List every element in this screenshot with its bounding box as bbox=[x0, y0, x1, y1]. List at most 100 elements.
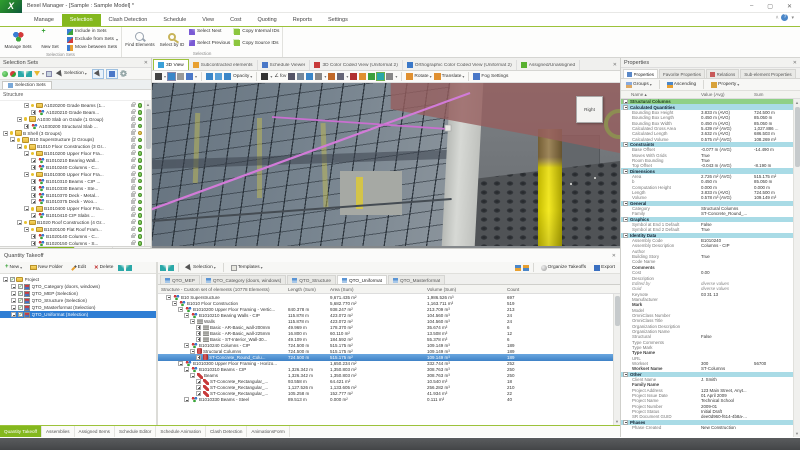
expander-icon[interactable] bbox=[24, 172, 29, 177]
unhighlight-icon[interactable] bbox=[168, 265, 174, 271]
expander-icon[interactable] bbox=[11, 291, 16, 296]
checkbox-icon[interactable]: ✓ bbox=[18, 284, 23, 289]
expander-icon[interactable] bbox=[190, 373, 195, 378]
new-takeoff-button[interactable]: +New▾ bbox=[2, 263, 25, 272]
expander-icon[interactable] bbox=[24, 151, 29, 156]
viewport-tab[interactable]: 3D View bbox=[153, 59, 189, 70]
qto-tab[interactable]: QTO_Masterformat bbox=[388, 275, 445, 284]
expander-icon[interactable] bbox=[3, 277, 8, 282]
qto-tree-item[interactable]: ✓Project bbox=[0, 276, 156, 283]
tool-opacity[interactable]: Opacity▾ bbox=[233, 74, 252, 79]
viewport-tab[interactable]: 3D Color Coded View (Uniformat 2) bbox=[310, 60, 402, 70]
property-dropdown[interactable]: Property▾ bbox=[708, 80, 742, 90]
expander-icon[interactable] bbox=[196, 331, 201, 336]
expander-icon[interactable] bbox=[11, 298, 16, 303]
close-panel-icon[interactable]: ✕ bbox=[144, 60, 148, 66]
visibility-dot-icon[interactable] bbox=[138, 207, 143, 212]
expander-icon[interactable] bbox=[17, 220, 22, 225]
new-set-button[interactable]: New Set bbox=[35, 28, 65, 51]
tree-item[interactable]: B1010 Floor Construction (3 Gr... bbox=[0, 143, 151, 150]
copy-icon[interactable] bbox=[46, 71, 52, 77]
checkbox-icon[interactable]: ✓ bbox=[18, 305, 23, 310]
expander-icon[interactable] bbox=[11, 312, 16, 317]
expander-icon[interactable] bbox=[24, 206, 29, 211]
help-dropdown-icon[interactable]: ▾ bbox=[791, 15, 794, 21]
collapse-ribbon-icon[interactable]: ˄ bbox=[776, 15, 779, 21]
viewport-3d-scene[interactable]: Right bbox=[152, 83, 620, 248]
document-tab-schedule-animation[interactable]: Schedule Animation bbox=[156, 426, 206, 437]
tree-item[interactable]: B Shell (3 Groups) bbox=[0, 130, 151, 137]
select-previous-button[interactable]: Select Previous bbox=[189, 40, 230, 47]
close-panel-icon[interactable]: ✕ bbox=[793, 60, 797, 66]
tree-item[interactable]: B10 Superstructure (2 Groups) bbox=[0, 136, 151, 143]
ribbon-tab-selection[interactable]: Selection bbox=[62, 14, 101, 26]
tree-item[interactable]: B1010400 Upper Floor Fra... bbox=[0, 205, 151, 212]
column-header[interactable]: Volume (Sum) bbox=[427, 287, 507, 292]
select-by-id-button[interactable]: Select by ID bbox=[157, 28, 187, 50]
expander-icon[interactable] bbox=[24, 124, 29, 129]
expander-icon[interactable] bbox=[623, 142, 628, 147]
highlight-icon[interactable] bbox=[160, 265, 166, 271]
checkbox-icon[interactable]: ✓ bbox=[18, 312, 23, 317]
expander-icon[interactable] bbox=[31, 186, 36, 191]
visibility-dot-icon[interactable] bbox=[138, 138, 143, 143]
new-folder-button[interactable]: New Folder bbox=[27, 263, 66, 273]
column-header[interactable]: Count bbox=[507, 287, 547, 292]
tree-item[interactable]: A1020210 Grade Beam... bbox=[0, 109, 151, 116]
properties-tab[interactable]: Sub-element Properties bbox=[740, 69, 795, 78]
tool-fog-settings[interactable]: Fog Settings bbox=[473, 73, 508, 80]
sort-descending-icon[interactable] bbox=[523, 265, 529, 271]
expander-icon[interactable] bbox=[172, 301, 177, 306]
exclude-from-sets-button[interactable]: Exclude from Sets▾ bbox=[67, 36, 118, 43]
expander-icon[interactable] bbox=[10, 137, 15, 142]
select-next-button[interactable]: Select Next bbox=[189, 28, 230, 35]
checkbox-icon[interactable]: ✓ bbox=[10, 277, 15, 282]
qto-tree-item[interactable]: ✓QTO_Structure (Selection) bbox=[0, 297, 156, 304]
expander-icon[interactable] bbox=[623, 201, 628, 206]
visibility-dot-icon[interactable] bbox=[138, 165, 143, 170]
viewport-tool-icon[interactable] bbox=[315, 73, 322, 80]
minimize-button[interactable]: – bbox=[750, 3, 753, 10]
qto-tab[interactable]: QTO_MEP bbox=[160, 275, 200, 284]
checkbox-icon[interactable]: ✓ bbox=[18, 291, 23, 296]
expander-icon[interactable] bbox=[196, 385, 201, 390]
column-header[interactable]: Sum bbox=[754, 92, 788, 97]
scrollbar-thumb[interactable] bbox=[146, 109, 151, 149]
pick-mode-button[interactable] bbox=[92, 69, 104, 79]
tool-rotate[interactable]: Rotate▾ bbox=[406, 73, 431, 80]
expander-icon[interactable] bbox=[196, 325, 201, 330]
viewport-tool-icon[interactable] bbox=[177, 73, 184, 80]
scrollbar-thumb[interactable] bbox=[795, 107, 800, 167]
expander-icon[interactable] bbox=[17, 117, 22, 122]
groups-dropdown[interactable]: Groups▾ bbox=[623, 80, 655, 90]
expander-icon[interactable] bbox=[623, 217, 628, 222]
maximize-button[interactable]: ▢ bbox=[767, 3, 773, 10]
expander-icon[interactable] bbox=[196, 355, 201, 360]
tree-item[interactable]: B1010240 Columns - C... bbox=[0, 164, 151, 171]
column-header[interactable]: Length (Sum) bbox=[288, 287, 330, 292]
viewport-tool-icon[interactable] bbox=[224, 73, 231, 80]
qto-table-scrollbar[interactable]: ▼ bbox=[613, 294, 620, 425]
tree-item[interactable]: B1020150 Columns - S... bbox=[0, 240, 151, 246]
expander-icon[interactable] bbox=[190, 349, 195, 354]
viewport-tool-icon[interactable] bbox=[359, 73, 366, 80]
viewport-tool-icon[interactable] bbox=[261, 73, 268, 80]
expander-icon[interactable] bbox=[623, 233, 628, 238]
gear-icon[interactable] bbox=[120, 70, 127, 77]
expander-icon[interactable] bbox=[178, 307, 183, 312]
properties-tab[interactable]: Properties bbox=[623, 69, 658, 78]
close-button[interactable]: ✕ bbox=[787, 3, 792, 10]
viewport-tool-icon[interactable] bbox=[350, 73, 357, 80]
viewport-tab[interactable]: Subcontracted elements bbox=[189, 60, 258, 70]
document-tab-assemblies[interactable]: Assemblies bbox=[42, 426, 75, 437]
templates-dropdown[interactable]: Templates▾ bbox=[228, 263, 266, 273]
selection-tree-scrollbar[interactable]: ▲ bbox=[144, 101, 151, 246]
visibility-dot-icon[interactable] bbox=[138, 227, 143, 232]
delete-button[interactable]: ✕Delete bbox=[91, 263, 116, 273]
expander-icon[interactable] bbox=[623, 105, 628, 110]
visibility-dot-icon[interactable] bbox=[138, 103, 143, 108]
visibility-dot-icon[interactable] bbox=[138, 151, 143, 156]
viewport-tab[interactable]: Schedule Viewer bbox=[258, 60, 311, 70]
expander-icon[interactable] bbox=[31, 165, 36, 170]
visibility-dot-icon[interactable] bbox=[138, 234, 143, 239]
